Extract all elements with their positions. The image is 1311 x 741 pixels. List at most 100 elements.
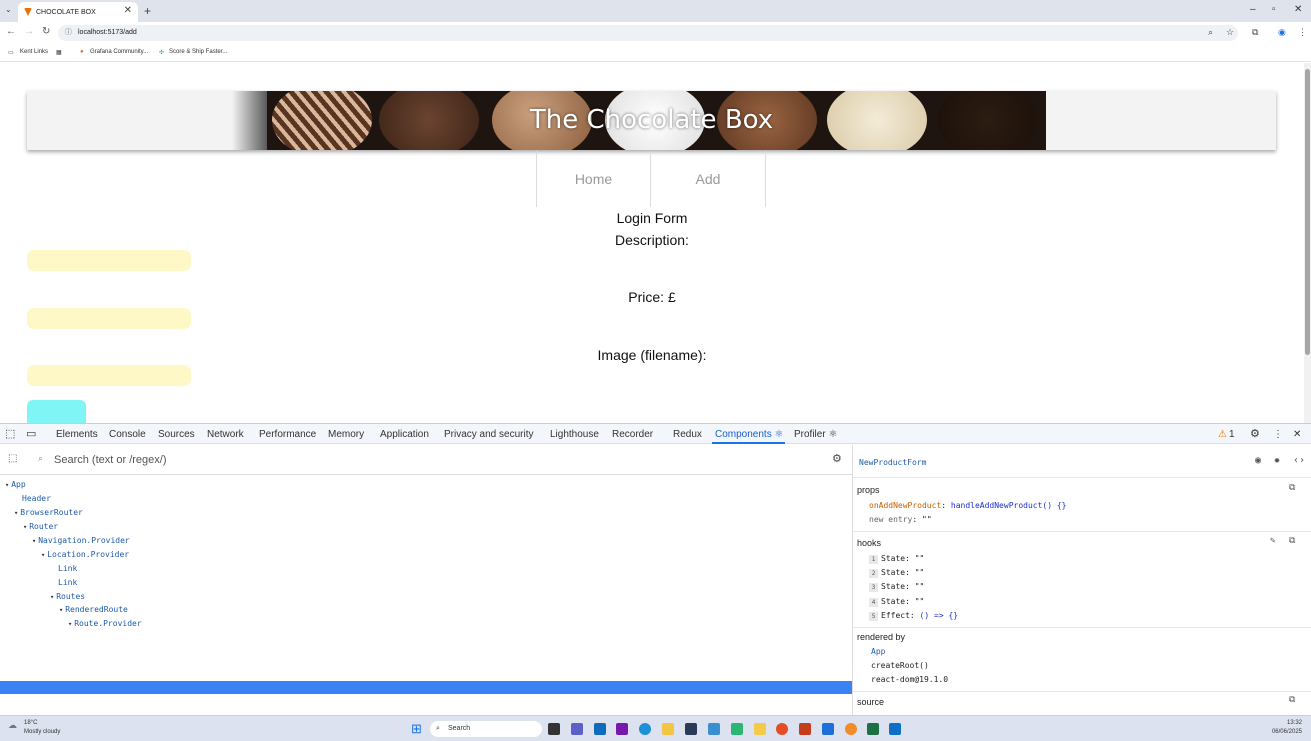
price-input[interactable] xyxy=(27,308,191,329)
tree-node[interactable]: ▾ Routes xyxy=(50,591,85,603)
tree-node[interactable]: ▾ App xyxy=(5,479,26,491)
prop-row[interactable]: onAddNewProduct: handleAddNewProduct() {… xyxy=(869,501,1066,510)
tree-node[interactable]: ▾ Navigation.Provider xyxy=(32,535,130,547)
hook-row[interactable]: 2 State: "" xyxy=(869,568,924,578)
postman-icon[interactable] xyxy=(845,723,857,735)
devtools-settings-icon[interactable]: ⚙ xyxy=(1250,427,1260,440)
tree-settings-icon[interactable]: ⚙ xyxy=(832,452,842,465)
tab-privacy-security[interactable]: Privacy and security xyxy=(444,429,533,440)
tab-lighthouse[interactable]: Lighthouse xyxy=(550,429,599,440)
tab-sources[interactable]: Sources xyxy=(158,429,195,440)
teams-icon[interactable] xyxy=(571,723,583,735)
expand-arrow-icon[interactable]: ▾ xyxy=(50,593,54,601)
nav-link-home[interactable]: Home xyxy=(536,151,651,207)
copy-source-icon[interactable]: ⧉ xyxy=(1289,695,1295,705)
tab-memory[interactable]: Memory xyxy=(328,429,364,440)
weather-icon[interactable]: ☁ xyxy=(8,720,17,731)
profile-icon[interactable]: ◉ xyxy=(1278,27,1286,38)
tree-node[interactable]: NewProductForm xyxy=(77,632,152,644)
prop-row[interactable]: new entry: "" xyxy=(869,515,932,524)
submit-button[interactable] xyxy=(27,400,86,423)
tree-node[interactable]: Link xyxy=(50,577,77,589)
apps-grid-icon[interactable]: ▦ xyxy=(56,49,62,56)
devtools-menu-icon[interactable]: ⋮ xyxy=(1273,429,1283,440)
extensions-icon[interactable]: ⧉ xyxy=(1252,27,1258,38)
app-icon-1[interactable] xyxy=(731,723,743,735)
address-bar[interactable]: ⓘ localhost:5173/add xyxy=(58,25,1238,41)
tree-node[interactable]: ▾ BrowserRouter xyxy=(14,507,83,519)
devtools-close-icon[interactable]: ✕ xyxy=(1293,429,1301,440)
zoom-icon[interactable]: ⌕ xyxy=(1208,27,1213,38)
browser-tab[interactable]: CHOCOLATE BOX ✕ xyxy=(18,2,138,22)
hook-row[interactable]: 5 Effect: () => {} xyxy=(869,611,958,621)
tree-node[interactable]: ▾ RenderedRoute xyxy=(59,604,128,616)
file-explorer-icon[interactable] xyxy=(662,723,674,735)
tab-performance[interactable]: Performance xyxy=(259,429,316,440)
bookmark-score-ship[interactable]: Score & Ship Faster... xyxy=(169,49,227,55)
eye-icon[interactable]: ◉ xyxy=(1255,455,1261,466)
tab-profiler[interactable]: Profiler ⚛ xyxy=(794,429,837,440)
edge-icon[interactable] xyxy=(639,723,651,735)
app-icon-2[interactable] xyxy=(754,723,766,735)
reload-icon[interactable]: ↻ xyxy=(42,26,50,37)
clock-time[interactable]: 13:32 xyxy=(1262,720,1302,726)
forward-icon[interactable]: → xyxy=(24,26,34,37)
scrollbar-thumb[interactable] xyxy=(1305,69,1310,355)
parse-hook-names-icon[interactable]: ✎ xyxy=(1270,536,1275,546)
tab-redux[interactable]: Redux xyxy=(673,429,702,440)
snipping-icon[interactable] xyxy=(708,723,720,735)
weather-desc[interactable]: Mostly cloudy xyxy=(24,729,60,735)
bookmark-grafana[interactable]: Grafana Community... xyxy=(90,49,148,55)
hook-row[interactable]: 3 State: "" xyxy=(869,582,924,592)
rendered-by-app[interactable]: App xyxy=(871,647,885,656)
powerpoint-icon[interactable] xyxy=(799,723,811,735)
select-element-icon[interactable]: ⬚ xyxy=(8,453,17,464)
chrome-icon[interactable] xyxy=(776,723,788,735)
notepad-icon[interactable] xyxy=(822,723,834,735)
tab-recorder[interactable]: Recorder xyxy=(612,429,653,440)
back-icon[interactable]: ← xyxy=(6,26,16,37)
task-view-icon[interactable] xyxy=(548,723,560,735)
new-tab-icon[interactable]: + xyxy=(144,4,151,18)
tree-node[interactable]: ▾ Location.Provider xyxy=(41,549,129,561)
tab-close-icon[interactable]: ✕ xyxy=(124,5,132,16)
tab-search-icon[interactable]: ⌄ xyxy=(5,5,12,14)
expand-arrow-icon[interactable]: ▾ xyxy=(5,481,9,489)
tab-console[interactable]: Console xyxy=(109,429,146,440)
hook-row[interactable]: 4 State: "" xyxy=(869,597,924,607)
copy-props-icon[interactable]: ⧉ xyxy=(1289,483,1295,493)
weather-temp[interactable]: 18°C xyxy=(24,720,37,726)
taskbar-search[interactable]: ⌕ Search xyxy=(430,721,542,737)
expand-arrow-icon[interactable]: ▾ xyxy=(14,509,18,517)
nav-link-add[interactable]: Add xyxy=(651,151,766,207)
store-icon[interactable] xyxy=(685,723,697,735)
clock-date[interactable]: 06/06/2025 xyxy=(1262,729,1302,735)
bug-icon[interactable]: ✹ xyxy=(1274,455,1280,466)
device-toolbar-icon[interactable]: ▭ xyxy=(26,427,36,440)
window-close-icon[interactable]: ✕ xyxy=(1294,4,1302,15)
restore-icon[interactable]: ▫ xyxy=(1272,4,1276,15)
tree-node[interactable]: ▾ Router xyxy=(23,521,58,533)
view-source-icon[interactable]: ‹› xyxy=(1293,455,1305,466)
tree-node[interactable]: Header xyxy=(14,493,51,505)
windows-start-icon[interactable]: ⊞ xyxy=(411,721,422,737)
onenote-icon[interactable] xyxy=(616,723,628,735)
bookmark-star-icon[interactable]: ☆ xyxy=(1226,27,1234,38)
tab-components[interactable]: Components ⚛ xyxy=(715,429,783,440)
site-info-icon[interactable]: ⓘ xyxy=(65,25,72,41)
copy-hooks-icon[interactable]: ⧉ xyxy=(1289,536,1295,546)
inspect-element-icon[interactable]: ⬚ xyxy=(5,427,15,440)
tab-network[interactable]: Network xyxy=(207,429,244,440)
outlook-icon[interactable] xyxy=(594,723,606,735)
vscode-icon[interactable] xyxy=(889,723,901,735)
expand-arrow-icon[interactable]: ▾ xyxy=(32,537,36,545)
warning-icon[interactable]: ⚠ xyxy=(1218,429,1227,440)
excel-icon[interactable] xyxy=(867,723,879,735)
tree-node[interactable]: Link xyxy=(50,563,77,575)
warning-count[interactable]: 1 xyxy=(1229,429,1235,440)
description-input[interactable] xyxy=(27,250,191,271)
expand-arrow-icon[interactable]: ▾ xyxy=(23,523,27,531)
component-search-input[interactable]: Search (text or /regex/) xyxy=(54,454,167,466)
bookmark-kent-links[interactable]: Kent Links xyxy=(20,49,48,55)
hook-row[interactable]: 1 State: "" xyxy=(869,554,924,564)
